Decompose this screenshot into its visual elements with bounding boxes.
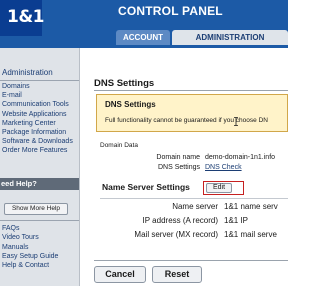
sidebar-item-order-more-features[interactable]: Order More Features — [2, 146, 73, 155]
help-link-help-contact[interactable]: Help & Contact — [2, 261, 58, 270]
help-link-easy-setup-guide[interactable]: Easy Setup Guide — [2, 252, 58, 261]
mail-server-value: 1&1 mail serve — [224, 230, 277, 239]
page-header-title: CONTROL PANEL — [118, 4, 223, 18]
help-link-manuals[interactable]: Manuals — [2, 243, 58, 252]
warning-title: DNS Settings — [105, 100, 156, 109]
domain-data-label: Domain Data — [100, 142, 138, 149]
mail-server-label: Mail server (MX record) — [134, 230, 218, 239]
help-links-list: FAQs Video Tours Manuals Easy Setup Guid… — [2, 224, 58, 270]
sidebar-item-communication-tools[interactable]: Communication Tools — [2, 100, 73, 109]
sidebar-heading: Administration — [2, 68, 53, 77]
ip-address-value: 1&1 IP — [224, 216, 249, 225]
sidebar-item-email[interactable]: E-mail — [2, 91, 73, 100]
brand-logo[interactable]: 1&1 — [0, 0, 44, 36]
edit-button[interactable]: Edit — [206, 183, 232, 193]
sidebar-item-software-downloads[interactable]: Software & Downloads — [2, 137, 73, 146]
show-more-help-button[interactable]: Show More Help — [4, 203, 68, 215]
text-cursor-icon — [234, 117, 238, 126]
sidebar-nav-list: Domains E-mail Communication Tools Websi… — [2, 82, 73, 156]
logo-text: 1&1 — [7, 7, 44, 27]
page-title: DNS Settings — [94, 78, 155, 89]
warning-box: DNS Settings Full functionality cannot b… — [96, 94, 288, 132]
name-server-value: 1&1 name serv — [224, 202, 278, 211]
cancel-button[interactable]: Cancel — [94, 266, 146, 283]
need-help-heading: eed Help? — [0, 178, 79, 190]
domain-name-label: Domain name — [156, 154, 200, 161]
actions-divider — [94, 260, 288, 261]
main-content: DNS Settings DNS Settings Full functiona… — [80, 48, 288, 286]
sidebar-item-domains[interactable]: Domains — [2, 82, 73, 91]
name-server-label: Name server — [172, 202, 218, 211]
name-server-settings-heading: Name Server Settings — [102, 182, 190, 192]
help-link-faqs[interactable]: FAQs — [2, 224, 58, 233]
reset-button[interactable]: Reset — [152, 266, 202, 283]
left-sidebar: Administration Domains E-mail Communicat… — [0, 48, 80, 286]
sidebar-item-website-applications[interactable]: Website Applications — [2, 110, 73, 119]
sidebar-item-marketing-center[interactable]: Marketing Center — [2, 119, 73, 128]
dns-settings-label: DNS Settings — [157, 164, 200, 171]
sidebar-divider — [0, 80, 79, 81]
tab-account[interactable]: ACCOUNT — [116, 30, 170, 45]
dns-check-link[interactable]: DNS Check — [205, 164, 242, 171]
sidebar-divider — [0, 220, 79, 221]
title-divider — [94, 90, 288, 91]
tab-administration[interactable]: ADMINISTRATION — [172, 30, 288, 45]
header-bar: 1&1 CONTROL PANEL ACCOUNT ADMINISTRATION — [0, 0, 288, 48]
domain-name-value: demo-domain-1n1.info — [205, 154, 276, 161]
name-server-divider — [100, 198, 288, 199]
sidebar-item-package-information[interactable]: Package Information — [2, 128, 73, 137]
ip-address-label: IP address (A record) — [142, 216, 218, 225]
warning-text: Full functionality cannot be guaranteed … — [105, 117, 268, 124]
help-link-video-tours[interactable]: Video Tours — [2, 233, 58, 242]
